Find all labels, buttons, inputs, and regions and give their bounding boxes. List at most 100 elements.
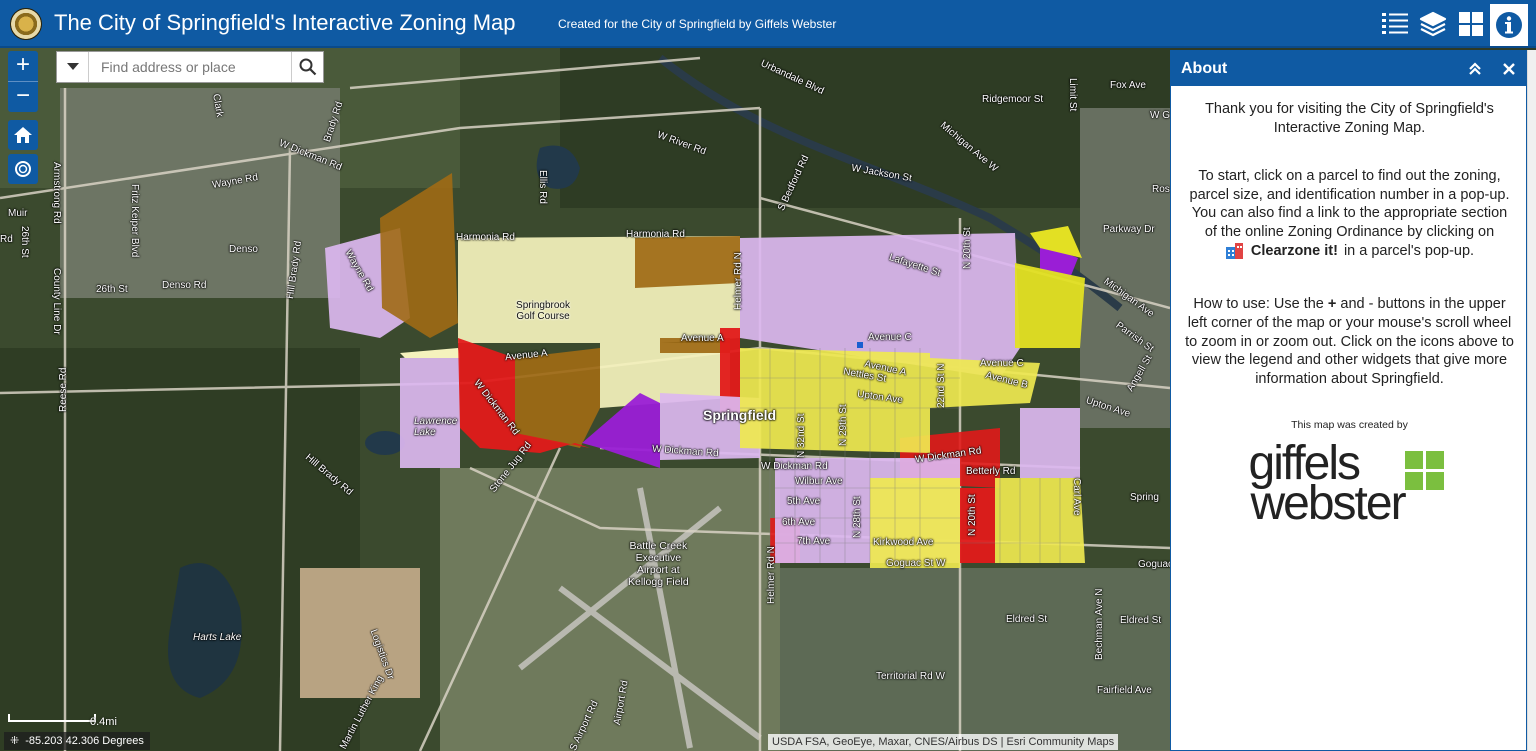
w-dickman-rd-label: W Dickman Rd <box>761 461 828 472</box>
legend-button[interactable] <box>1376 5 1414 43</box>
fairfield-label: Fairfield Ave <box>1097 685 1152 696</box>
clearzone-suffix: in a parcel's pop-up. <box>1343 242 1475 259</box>
giffels-webster-logo: giffels webster <box>1245 439 1455 529</box>
scale-label: 0.4mi <box>90 716 117 728</box>
5th-ave-label: 5th Ave <box>787 496 821 507</box>
rd-label: Rd <box>0 234 13 245</box>
collapse-panel-button[interactable] <box>1458 51 1492 86</box>
eldred-label: Eldred St <box>1120 615 1162 626</box>
fox-ave-label: Fox Ave <box>1110 80 1146 91</box>
parkway-dr-label: Parkway Dr <box>1103 224 1155 235</box>
chevron-double-up-icon <box>1469 61 1481 75</box>
caret-down-icon <box>66 63 79 70</box>
search-input[interactable] <box>89 52 291 82</box>
city-seal-icon <box>10 8 42 40</box>
grid-icon <box>1459 12 1483 36</box>
about-how-to-use: How to use: Use the + and - buttons in t… <box>1185 295 1514 388</box>
26th-st-label: 26th St <box>19 226 30 258</box>
ellis-rd-label: Ellis Rd <box>537 170 548 204</box>
26th-st-label: 26th St <box>96 284 128 295</box>
close-panel-button[interactable] <box>1492 51 1526 86</box>
territorial-label: Territorial Rd W <box>876 671 945 682</box>
n-20th-label: N 20th St <box>962 227 973 269</box>
search-button[interactable] <box>291 52 323 82</box>
info-icon <box>1496 12 1522 38</box>
6th-ave-label: 6th Ave <box>782 517 816 528</box>
n-29th-label: N 29th St <box>838 404 849 446</box>
list-icon <box>1382 13 1408 34</box>
home-icon <box>14 127 32 143</box>
zoom-out-button[interactable]: − <box>8 82 38 112</box>
coordinate-text: -85.203 42.306 Degrees <box>25 735 144 747</box>
airport-label: Battle Creek Executive Airport at Kellog… <box>628 540 689 588</box>
zoom-in-button[interactable]: + <box>8 51 38 81</box>
logo-square <box>1425 472 1444 491</box>
helmer-rd-label: Helmer Rd N <box>733 252 744 310</box>
home-button[interactable] <box>8 120 38 150</box>
about-intro: Thank you for visiting the City of Sprin… <box>1205 101 1494 136</box>
harmonia-rd-label: Harmonia Rd <box>626 229 685 240</box>
locate-button[interactable] <box>8 154 38 184</box>
layers-icon <box>1419 11 1447 37</box>
golf-course-label: Springbrook Golf Course <box>516 300 570 322</box>
search-widget <box>56 51 324 83</box>
how-to-use-text-a: How to use: Use the <box>1193 296 1324 313</box>
search-source-dropdown[interactable] <box>57 52 89 82</box>
avenue-a-label: Avenue A <box>681 333 724 344</box>
logo-square <box>1404 451 1423 470</box>
about-panel-header: About <box>1171 51 1526 86</box>
map-canvas <box>0 48 1170 751</box>
carl-label: Carl Ave <box>1071 478 1082 516</box>
kirkwood-label: Kirkwood Ave <box>873 537 934 548</box>
search-icon <box>299 58 316 76</box>
about-panel-body: Thank you for visiting the City of Sprin… <box>1171 86 1526 529</box>
about-button[interactable] <box>1490 4 1528 46</box>
app-header: The City of Springfield's Interactive Zo… <box>0 0 1536 48</box>
muir-label: Muir <box>8 208 28 219</box>
eldred-label: Eldred St <box>1006 614 1048 625</box>
fritz-label: Fritz Keiper Blvd <box>129 184 140 258</box>
goguac-label: Goguac St W <box>886 558 946 569</box>
about-panel-title: About <box>1181 59 1228 77</box>
logo-square <box>1404 472 1423 491</box>
app-subtitle: Created for the City of Springfield by G… <box>558 17 837 31</box>
logo-word-webster: webster <box>1250 477 1407 531</box>
locate-icon <box>15 161 31 177</box>
about-panel: About Thank you for visiting the City of… <box>1170 50 1527 751</box>
county-line-label: County Line Dr <box>51 268 62 335</box>
plus-symbol: + <box>1327 296 1337 313</box>
n-28th-label: N 28th St <box>852 496 863 538</box>
wilbur-label: Wilbur Ave <box>795 476 843 487</box>
page-scrollbar[interactable] <box>1527 50 1536 751</box>
bechman-label: Bechman Ave N <box>1094 588 1105 660</box>
logo-square <box>1425 451 1444 470</box>
harts-lake-label: Harts Lake <box>193 632 242 643</box>
betterly-label: Betterly Rd <box>966 466 1016 477</box>
avenue-c-label: Avenue C <box>868 332 912 343</box>
ros-label: Ros <box>1152 184 1170 195</box>
lawrence-lake-label: Lawrence Lake <box>414 416 458 438</box>
zoom-controls: + − <box>8 51 38 112</box>
clearzone-building-icon <box>1225 242 1243 259</box>
denso-rd-label: Denso Rd <box>162 280 207 291</box>
city-label: Springfield <box>703 407 777 423</box>
credit-text: This map was created by <box>1291 419 1408 432</box>
app-title: The City of Springfield's Interactive Zo… <box>54 10 516 35</box>
about-instructions-text: To start, click on a parcel to find out … <box>1189 168 1510 240</box>
armstrong-label: Armstrong Rd <box>51 162 62 224</box>
zoning-map[interactable]: Springfield Springbrook Golf Course Lawr… <box>0 48 1170 751</box>
spring-label: Spring <box>1130 492 1159 503</box>
close-icon <box>1503 62 1515 75</box>
ridgemoor-label: Ridgemoor St <box>982 94 1044 105</box>
coordinate-readout: ⁜ -85.203 42.306 Degrees <box>4 732 150 750</box>
n-20th-label: N 20th St <box>967 494 978 536</box>
clearzone-line: Clearzone it! in a parcel's pop-up. <box>1225 242 1474 261</box>
layers-button[interactable] <box>1414 5 1452 43</box>
about-instructions: To start, click on a parcel to find out … <box>1185 167 1514 265</box>
basemap-button[interactable] <box>1452 5 1490 43</box>
harmonia-rd-label: Harmonia Rd <box>456 232 515 243</box>
scale-bar <box>8 714 96 722</box>
w-g-label: W G <box>1150 110 1170 121</box>
22nd-st-label: 22nd St N <box>936 363 947 408</box>
goguac-label: Goguac <box>1138 559 1170 570</box>
